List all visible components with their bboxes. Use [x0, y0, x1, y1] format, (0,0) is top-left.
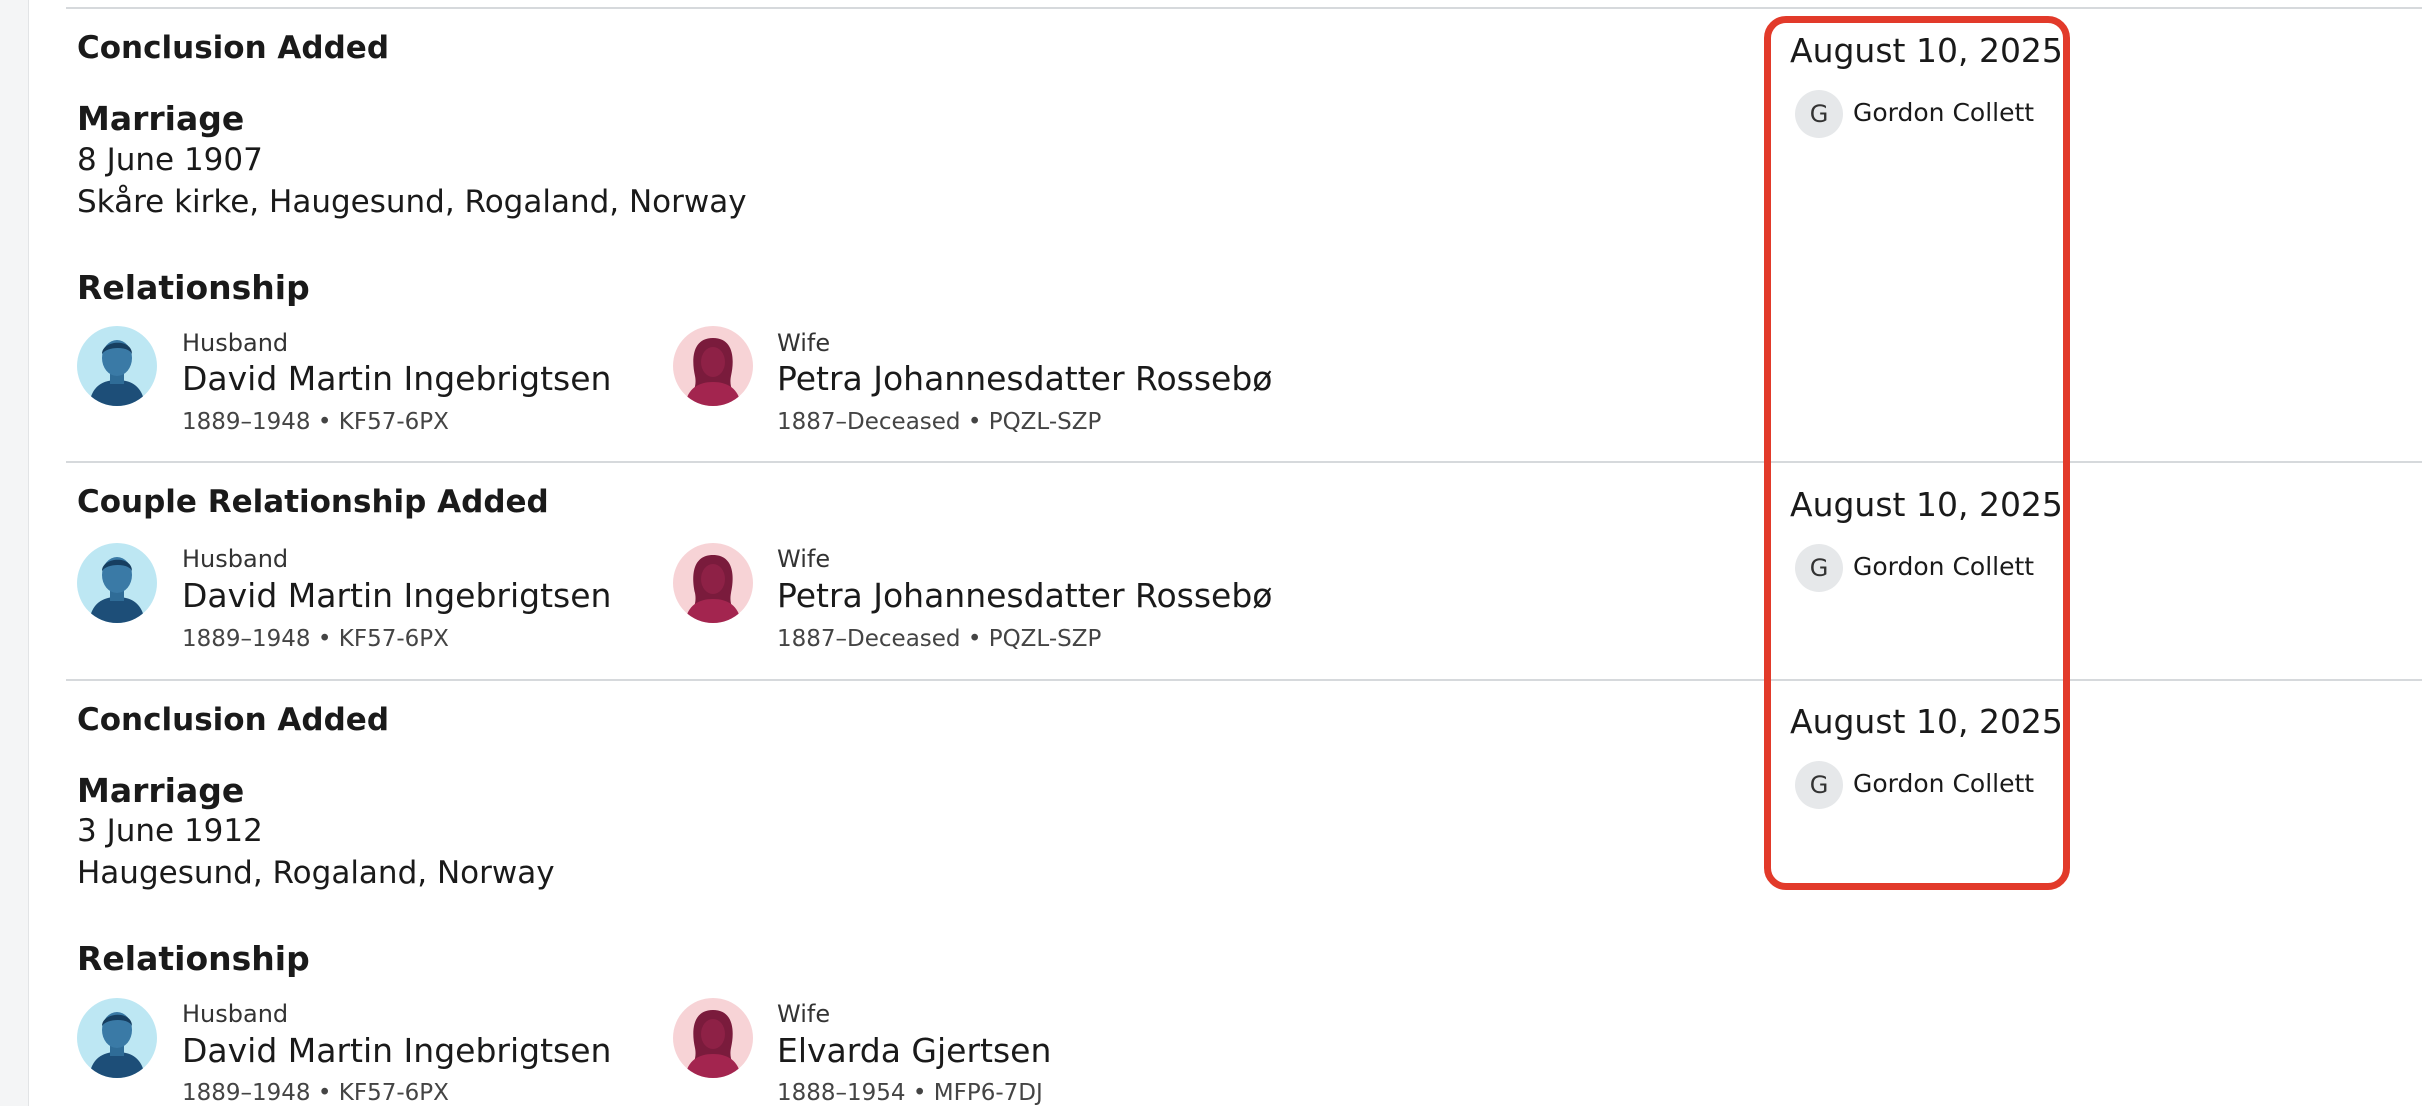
left-rail [0, 0, 29, 1106]
event-place: Haugesund, Rogaland, Norway [77, 855, 555, 891]
person-role: Wife [777, 1000, 831, 1028]
person-role: Husband [182, 545, 289, 573]
person-role: Husband [182, 329, 289, 357]
entry-type: Couple Relationship Added [77, 484, 549, 520]
male-avatar-icon [77, 543, 157, 623]
event-title: Marriage [77, 99, 245, 138]
person-name[interactable]: Elvarda Gjertsen [777, 1031, 1051, 1070]
change-date: August 10, 2025 [1790, 485, 2063, 524]
person-lifespan-id: 1889–1948 • KF57-6PX [182, 409, 449, 435]
person-lifespan-id: 1888–1954 • MFP6-7DJ [777, 1080, 1043, 1106]
person-name[interactable]: David Martin Ingebrigtsen [182, 576, 611, 615]
female-avatar-icon [673, 543, 753, 623]
male-avatar-icon [77, 326, 157, 406]
person-name[interactable]: Petra Johannesdatter Rossebø [777, 359, 1273, 398]
highlight-box [1764, 16, 2070, 890]
user-initial-avatar: G [1795, 544, 1843, 592]
female-avatar-icon [673, 998, 753, 1078]
person-lifespan-id: 1887–Deceased • PQZL-SZP [777, 626, 1102, 652]
person-role: Husband [182, 1000, 289, 1028]
entry-type: Conclusion Added [77, 702, 390, 738]
person-role: Wife [777, 545, 831, 573]
person-name[interactable]: David Martin Ingebrigtsen [182, 359, 611, 398]
change-date: August 10, 2025 [1790, 31, 2063, 70]
person-lifespan-id: 1889–1948 • KF57-6PX [182, 1080, 449, 1106]
contributor-name[interactable]: Gordon Collett [1853, 98, 2034, 127]
event-title: Marriage [77, 771, 245, 810]
person-lifespan-id: 1889–1948 • KF57-6PX [182, 626, 449, 652]
contributor-name[interactable]: Gordon Collett [1853, 769, 2034, 798]
user-initial-avatar: G [1795, 90, 1843, 138]
user-initial-avatar: G [1795, 761, 1843, 809]
entry-divider [66, 7, 2422, 9]
person-name[interactable]: David Martin Ingebrigtsen [182, 1031, 611, 1070]
entry-divider [66, 679, 2422, 681]
change-date: August 10, 2025 [1790, 702, 2063, 741]
entry-divider [66, 461, 2422, 463]
entry-type: Conclusion Added [77, 30, 390, 66]
male-avatar-icon [77, 998, 157, 1078]
person-role: Wife [777, 329, 831, 357]
female-avatar-icon [673, 326, 753, 406]
person-lifespan-id: 1887–Deceased • PQZL-SZP [777, 409, 1102, 435]
event-place: Skåre kirke, Haugesund, Rogaland, Norway [77, 184, 747, 220]
contributor-name[interactable]: Gordon Collett [1853, 552, 2034, 581]
section-title: Relationship [77, 268, 310, 307]
event-date: 8 June 1907 [77, 142, 263, 178]
section-title: Relationship [77, 939, 310, 978]
event-date: 3 June 1912 [77, 813, 263, 849]
person-name[interactable]: Petra Johannesdatter Rossebø [777, 576, 1273, 615]
